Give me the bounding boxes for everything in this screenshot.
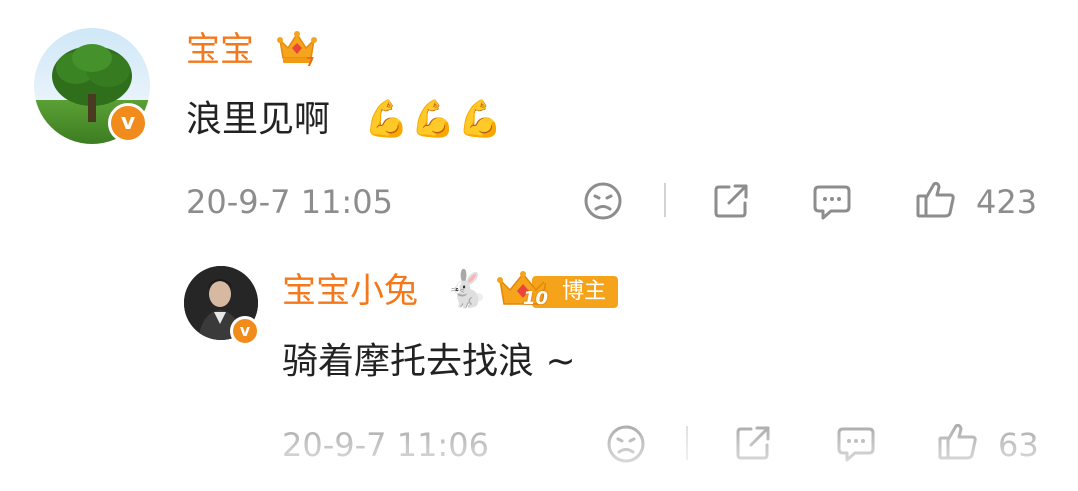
rabbit-emoji: 🐇 <box>444 269 489 310</box>
verified-icon: v <box>108 103 148 143</box>
like-count: 423 <box>976 183 1038 221</box>
username[interactable]: 宝宝 <box>186 30 254 70</box>
bottom-fade-overlay <box>0 400 1078 491</box>
dislike-icon[interactable] <box>603 421 649 467</box>
svg-text:7: 7 <box>306 55 314 68</box>
verified-icon: v <box>230 316 260 346</box>
like-count: 63 <box>998 426 1039 464</box>
reply-icon[interactable] <box>832 420 880 468</box>
action-divider <box>686 426 688 460</box>
username[interactable]: 宝宝小兔 <box>282 271 418 311</box>
timestamp: 20-9-7 11:05 <box>186 183 393 221</box>
like-icon[interactable] <box>912 176 960 224</box>
share-icon[interactable] <box>730 420 776 466</box>
reply-text: 骑着摩托去找浪 ~ <box>282 341 576 382</box>
level-number: 10 <box>523 288 549 309</box>
share-icon[interactable] <box>708 178 754 224</box>
timestamp: 20-9-7 11:06 <box>282 426 489 464</box>
reply-icon[interactable] <box>808 178 856 226</box>
dislike-icon[interactable] <box>580 178 626 224</box>
flexed-biceps-emoji: 💪💪💪 <box>364 99 505 140</box>
comment-text: 浪里见啊 <box>186 99 331 140</box>
action-divider <box>664 183 666 217</box>
like-icon[interactable] <box>934 418 982 466</box>
crown-icon: 7 <box>276 26 318 72</box>
